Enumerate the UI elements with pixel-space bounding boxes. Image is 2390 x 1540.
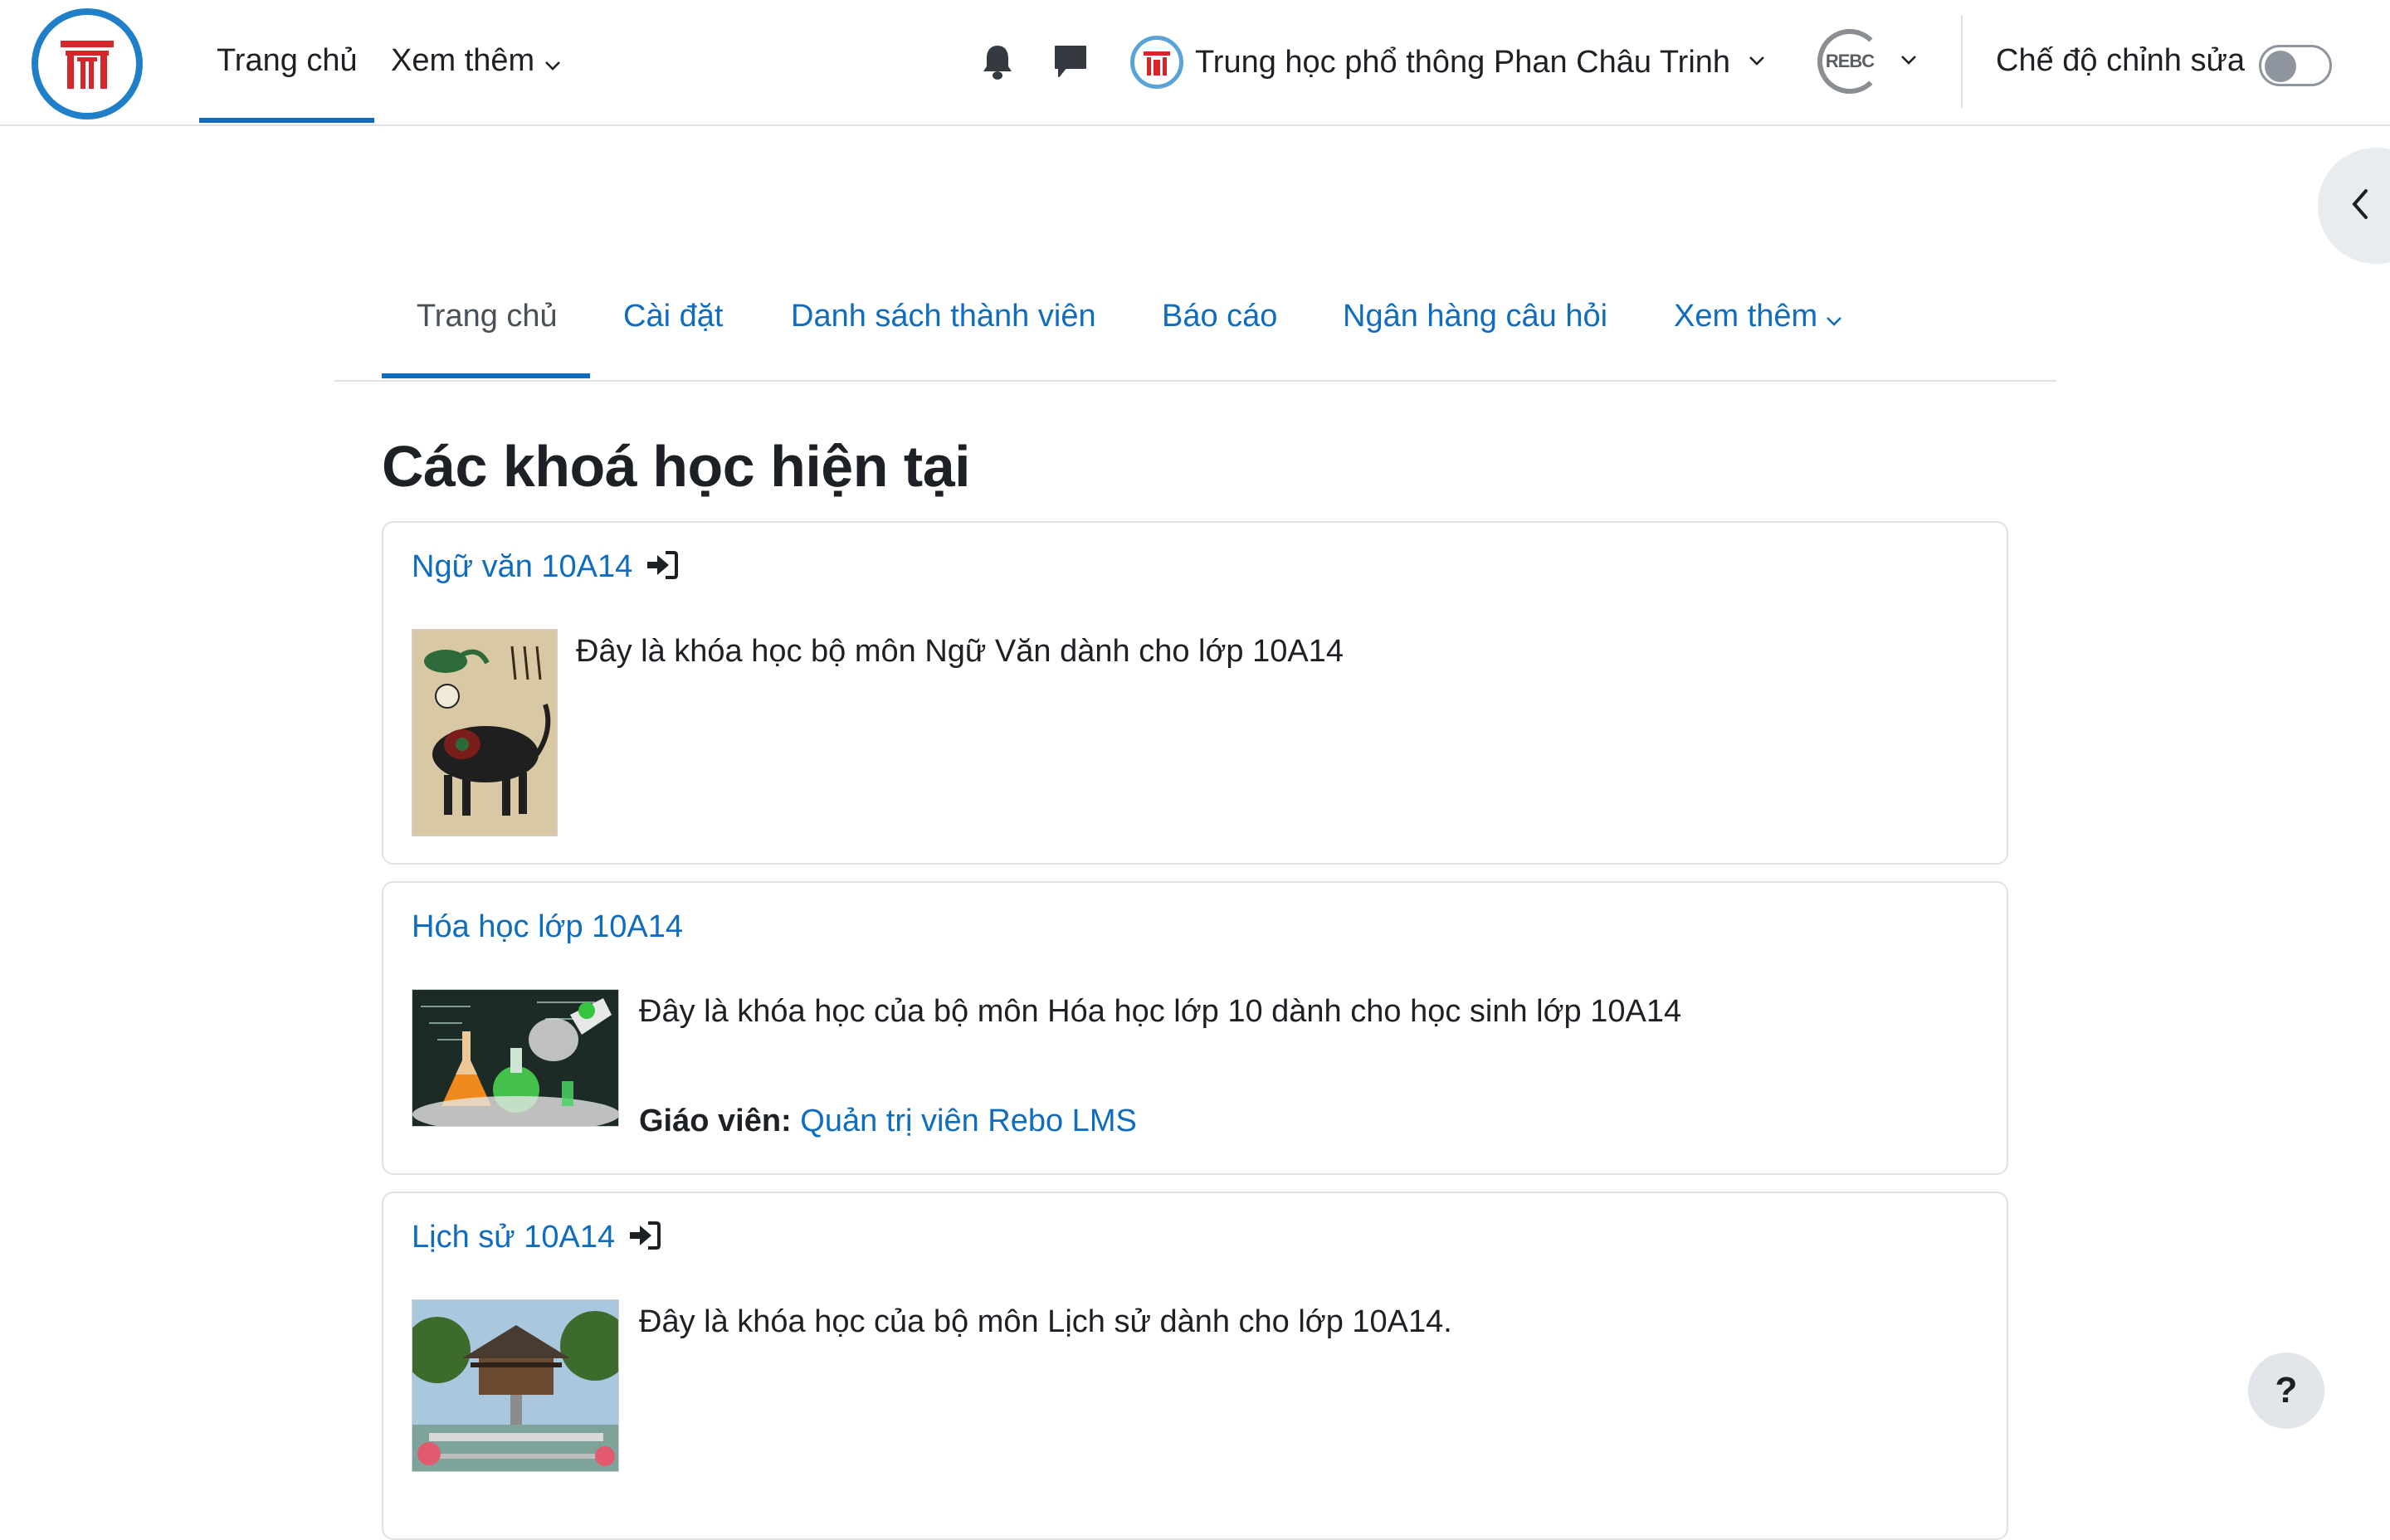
course-card: Lịch sử 10A14 Đây là khóa học của bộ môn… (382, 1192, 2008, 1540)
course-card: Ngữ văn 10A14 Đây là khóa học bộ môn Ngữ… (382, 521, 2008, 865)
chevron-down-icon (1826, 300, 1842, 335)
course-image-pagoda (412, 1299, 619, 1472)
chevron-down-icon (1749, 55, 1765, 71)
enrol-sign-in-icon (628, 1221, 661, 1259)
chevron-left-icon (2349, 188, 2371, 225)
nav-more-menu[interactable]: Xem thêm (391, 43, 561, 80)
tab-more-label: Xem thêm (1674, 299, 1818, 334)
school-name: Trung học phổ thông Phan Châu Trinh (1195, 44, 1731, 80)
toggle-knob (2265, 51, 2296, 82)
edit-mode-label: Chế độ chỉnh sửa (1996, 43, 2246, 78)
chevron-down-icon (1900, 54, 1917, 70)
course-image-chemistry (412, 989, 619, 1127)
school-logo-icon (1130, 36, 1183, 89)
page-title: Các khoá học hiện tại (382, 434, 971, 499)
course-teacher: Giáo viên: Quản trị viên Rebo LMS (639, 1104, 1137, 1139)
user-avatar: REBC (1817, 29, 1882, 94)
help-button[interactable]: ? (2248, 1352, 2324, 1429)
course-title-link[interactable]: Lịch sử 10A14 (412, 1220, 661, 1259)
user-menu[interactable]: REBC (1817, 28, 1917, 95)
tab-home[interactable]: Trang chủ (417, 299, 558, 334)
active-tab-indicator (382, 373, 590, 378)
nav-more-label: Xem thêm (391, 43, 535, 78)
chevron-down-icon (544, 44, 561, 80)
course-summary: Đây là khóa học của bộ môn Lịch sử dành … (639, 1304, 1452, 1339)
course-summary: Đây là khóa học bộ môn Ngữ Văn dành cho … (576, 634, 1344, 669)
tab-reports[interactable]: Báo cáo (1162, 299, 1277, 334)
teacher-link[interactable]: Quản trị viên Rebo LMS (800, 1104, 1137, 1138)
tab-question-bank[interactable]: Ngân hàng câu hỏi (1343, 299, 1607, 334)
navbar-divider (1961, 15, 1963, 108)
tab-more-menu[interactable]: Xem thêm (1674, 299, 1842, 335)
course-image-folk-painting (412, 629, 558, 836)
teacher-label: Giáo viên: (639, 1104, 792, 1138)
tab-participants[interactable]: Danh sách thành viên (791, 299, 1096, 334)
tab-settings[interactable]: Cài đặt (623, 299, 723, 334)
school-switcher[interactable]: Trung học phổ thông Phan Châu Trinh (1130, 33, 1765, 91)
course-title-link[interactable]: Ngữ văn 10A14 (412, 549, 679, 588)
open-block-drawer-button[interactable] (2318, 148, 2390, 264)
course-title-link[interactable]: Hóa học lớp 10A14 (412, 909, 683, 945)
course-title: Ngữ văn 10A14 (412, 549, 633, 584)
site-logo[interactable] (32, 8, 143, 119)
course-title: Lịch sử 10A14 (412, 1220, 616, 1255)
top-navbar: Trang chủ Xem thêm Trung học phổ thông P… (0, 0, 2390, 126)
active-nav-indicator (199, 118, 374, 123)
edit-mode-toggle[interactable] (2259, 45, 2332, 86)
messages-chat-icon[interactable] (1052, 43, 1089, 84)
course-card: Hóa học lớp 10A14 Đây là khóa học của bộ… (382, 881, 2008, 1175)
logo-gate-icon (38, 15, 136, 113)
nav-home-link[interactable]: Trang chủ (217, 43, 358, 79)
enrol-sign-in-icon (646, 550, 679, 588)
secondary-navigation: Trang chủ Cài đặt Danh sách thành viên B… (334, 292, 2056, 382)
notifications-bell-icon[interactable] (981, 43, 1014, 84)
course-summary: Đây là khóa học của bộ môn Hóa học lớp 1… (639, 994, 1682, 1029)
